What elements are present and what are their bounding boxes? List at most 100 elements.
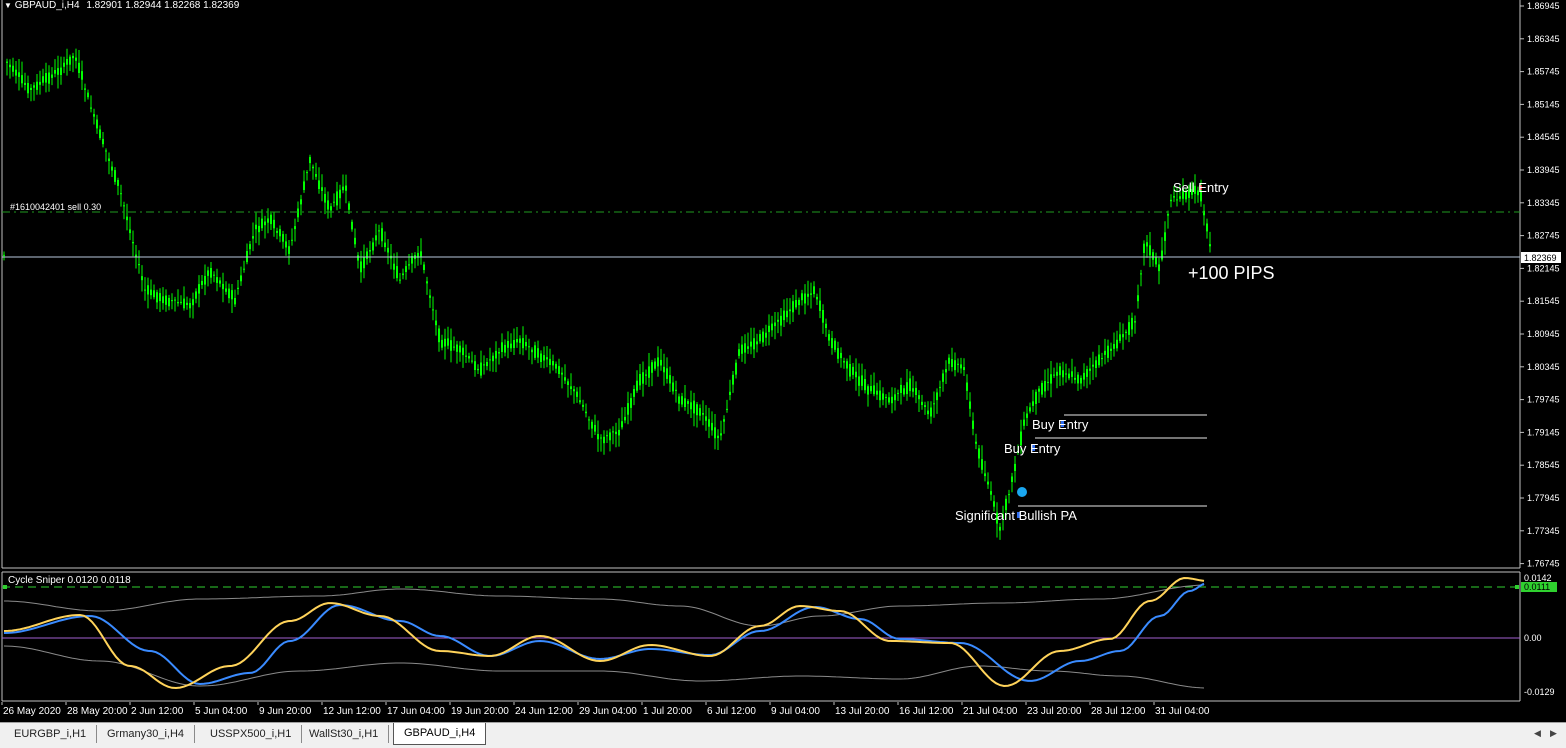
candle-body <box>117 180 119 186</box>
candle-body <box>324 193 326 203</box>
candle-body <box>1041 383 1043 395</box>
candle-body <box>852 366 854 375</box>
candle-body <box>531 349 533 353</box>
candle-body <box>54 70 56 74</box>
candle-body <box>657 357 659 367</box>
candle-body <box>759 334 761 342</box>
candle-body <box>213 274 215 276</box>
candle-body <box>1080 377 1082 384</box>
candle-body <box>966 382 968 391</box>
price-axis-label: 1.82145 <box>1527 263 1560 273</box>
candle-body <box>1074 377 1076 380</box>
candle-body <box>1011 476 1013 482</box>
candle-body <box>210 268 212 278</box>
price-chart[interactable]: Sell Entry +100 PIPS Buy Entry Buy Entry… <box>0 0 1566 571</box>
price-axis-label: 1.83945 <box>1527 165 1560 175</box>
candle-body <box>675 389 677 391</box>
candle-body <box>69 56 71 65</box>
candle-body <box>909 378 911 392</box>
candle-body <box>567 381 569 385</box>
tab-wallst30[interactable]: WallSt30_i,H1 <box>299 725 390 743</box>
candle-body <box>1176 199 1178 201</box>
candle-body <box>375 235 377 241</box>
candle-body <box>1029 407 1031 412</box>
candle-body <box>687 401 689 404</box>
candle-body <box>837 348 839 359</box>
candle-body <box>489 359 491 361</box>
candle-body <box>78 62 80 73</box>
candle-body <box>1179 196 1181 199</box>
candle-body <box>537 348 539 358</box>
candle-body <box>60 67 62 75</box>
candle-body <box>3 254 5 256</box>
candle-body <box>624 416 626 421</box>
candle-body <box>573 389 575 392</box>
order-label[interactable]: #1610042401 sell 0.30 <box>10 202 101 212</box>
candle-body <box>510 343 512 349</box>
candle-body <box>804 293 806 304</box>
candle-body <box>813 286 815 295</box>
indicator-value: 0.0111 <box>1524 582 1550 592</box>
candle-body <box>84 88 86 90</box>
candle-body <box>1065 373 1067 375</box>
price-axis-label: 1.79145 <box>1527 427 1560 437</box>
date-axis-label: 19 Jun 20:00 <box>451 706 509 717</box>
candle-body <box>447 338 449 346</box>
tab-eurgbp[interactable]: EURGBP_i,H1 <box>4 725 98 743</box>
candle-body <box>888 397 890 403</box>
candle-body <box>714 427 716 439</box>
price-axis: 1.86945 1.86345 1.85745 1.85145 1.84545 1.839… <box>1520 1 1560 569</box>
candle-body <box>393 263 395 270</box>
collapse-arrow-icon[interactable]: ▼ <box>4 1 12 10</box>
candle-body <box>711 422 713 431</box>
candle-body <box>774 322 776 327</box>
candle-body <box>273 219 275 229</box>
pips-label: +100 PIPS <box>1188 263 1275 283</box>
date-axis-label: 9 Jun 20:00 <box>259 706 312 717</box>
candle-body <box>468 356 470 359</box>
candle-body <box>756 341 758 345</box>
candle-body <box>732 374 734 385</box>
candle-body <box>1137 295 1139 302</box>
tab-gbpaud[interactable]: GBPAUD_i,H4 <box>393 723 487 745</box>
candle-body <box>1047 381 1049 383</box>
date-axis-label: 13 Jul 20:00 <box>835 706 890 717</box>
candle-body <box>201 280 203 285</box>
candle-body <box>855 371 857 378</box>
candle-body <box>144 289 146 291</box>
candle-body <box>921 401 923 405</box>
candle-body <box>483 364 485 366</box>
candle-body <box>45 73 47 83</box>
tab-grmany30[interactable]: Grmany30_i,H4 <box>97 725 196 743</box>
candle-body <box>105 150 107 152</box>
candle-body <box>768 325 770 333</box>
candle-body <box>231 290 233 300</box>
tab-scroll-left-icon[interactable]: ◀ <box>1534 728 1541 739</box>
date-axis-label: 9 Jul 04:00 <box>771 706 820 717</box>
candle-body <box>522 338 524 349</box>
candle-body <box>351 221 353 230</box>
price-axis-label: 1.81545 <box>1527 296 1560 306</box>
candle-body <box>645 374 647 376</box>
candle-body <box>1026 413 1028 418</box>
candle-body <box>654 361 656 369</box>
candle-body <box>189 303 191 309</box>
candle-body <box>894 394 896 401</box>
candle-body <box>480 362 482 376</box>
candle-body <box>456 344 458 352</box>
price-axis-label: 1.83345 <box>1527 198 1560 208</box>
chart-tab-bar: EURGBP_i,H1 Grmany30_i,H4 USSPX500_i,H1 … <box>0 722 1566 748</box>
price-axis-label: 1.85145 <box>1527 99 1560 109</box>
tab-scroll-right-icon[interactable]: ▶ <box>1550 728 1557 739</box>
indicator-panel[interactable]: 0.0142 0.0111 0.00 -0.0129 <box>0 571 1566 702</box>
tab-usspx500[interactable]: USSPX500_i,H1 <box>200 725 303 743</box>
candle-body <box>588 419 590 421</box>
candle-body <box>843 361 845 363</box>
candle-body <box>33 85 35 88</box>
candle-body <box>102 138 104 145</box>
candle-body <box>729 391 731 395</box>
candle-body <box>618 429 620 436</box>
candle-body <box>936 392 938 401</box>
candle-body <box>558 366 560 374</box>
candle-body <box>183 298 185 309</box>
